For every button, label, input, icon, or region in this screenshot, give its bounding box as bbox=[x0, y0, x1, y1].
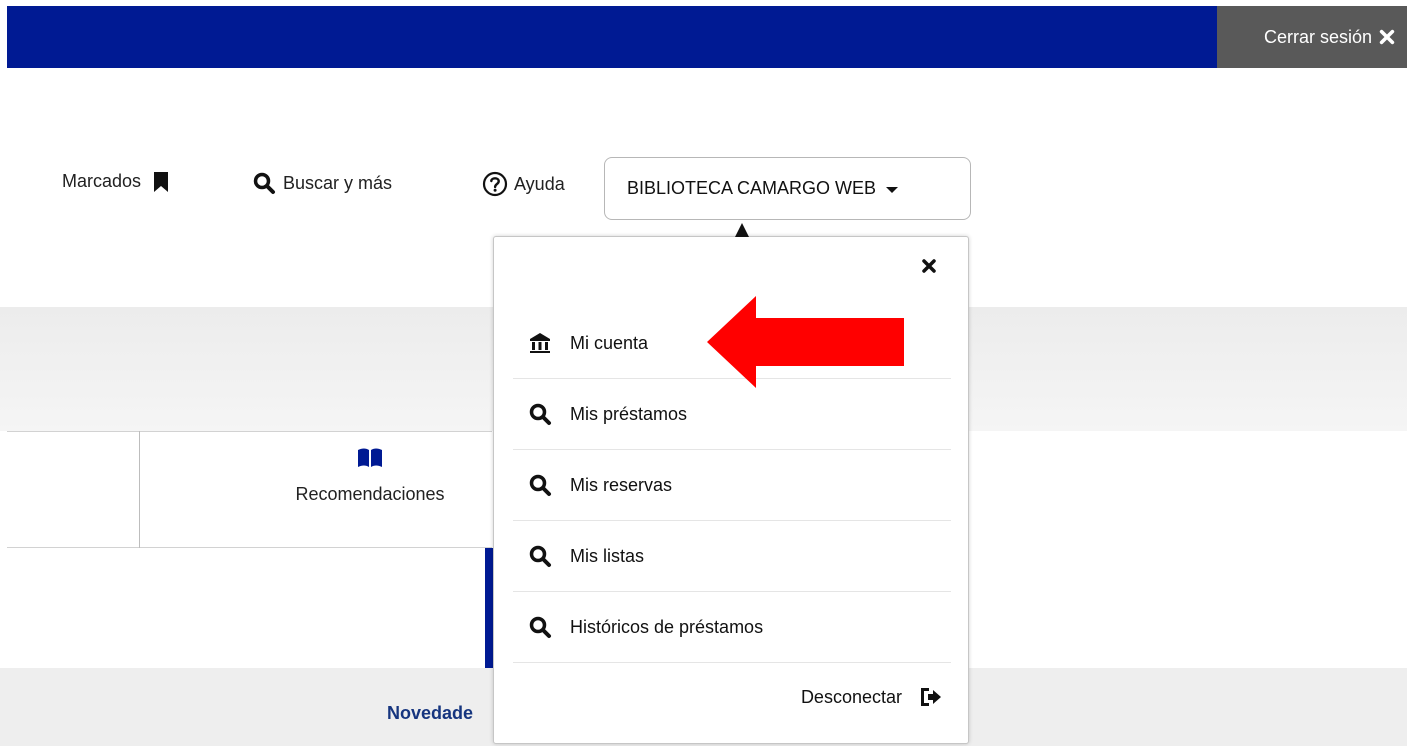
menu-item-my-loans[interactable]: Mis préstamos bbox=[513, 379, 951, 450]
help-icon bbox=[482, 171, 508, 197]
close-icon bbox=[922, 259, 936, 273]
recommendations-tab[interactable]: Recomendaciones bbox=[280, 448, 460, 528]
help-label: Ayuda bbox=[514, 173, 565, 194]
menu-item-label: Históricos de préstamos bbox=[570, 616, 764, 637]
menu-item-my-lists[interactable]: Mis listas bbox=[513, 521, 951, 592]
menu-item-loan-history[interactable]: Históricos de préstamos bbox=[513, 592, 951, 663]
close-menu-button[interactable] bbox=[919, 256, 939, 276]
search-icon bbox=[529, 403, 551, 425]
page: Cerrar sesión Marcados Buscar y más Ayud… bbox=[0, 0, 1407, 746]
close-icon bbox=[1379, 29, 1395, 45]
top-navigation-bar bbox=[7, 6, 1407, 68]
book-icon bbox=[358, 448, 382, 467]
menu-item-label: Mis préstamos bbox=[570, 403, 688, 424]
bookmarks-link[interactable]: Marcados bbox=[62, 171, 169, 192]
search-icon bbox=[529, 616, 551, 638]
disconnect-button[interactable]: Desconectar bbox=[801, 685, 942, 709]
menu-item-label: Mis reservas bbox=[570, 474, 673, 495]
search-and-more-label: Buscar y más bbox=[283, 172, 393, 193]
bookmarks-label: Marcados bbox=[62, 171, 142, 191]
bookmark-icon bbox=[154, 171, 169, 192]
sign-out-icon bbox=[921, 688, 941, 706]
library-name: BIBLIOTECA CAMARGO WEB bbox=[627, 178, 877, 198]
search-icon bbox=[529, 545, 551, 567]
menu-item-label: Mis listas bbox=[570, 545, 645, 566]
disconnect-label: Desconectar bbox=[800, 686, 902, 707]
news-link[interactable]: Novedade bbox=[387, 703, 473, 724]
library-account-dropdown[interactable]: BIBLIOTECA CAMARGO WEB bbox=[604, 157, 971, 220]
menu-item-label: Mi cuenta bbox=[570, 332, 649, 353]
bank-icon bbox=[530, 333, 550, 353]
tab-divider bbox=[139, 431, 140, 549]
logout-button[interactable]: Cerrar sesión bbox=[1217, 6, 1407, 68]
active-section-indicator bbox=[485, 548, 493, 668]
logout-label: Cerrar sesión bbox=[1263, 26, 1372, 47]
help-link[interactable]: Ayuda bbox=[482, 171, 565, 197]
recommendations-label: Recomendaciones bbox=[295, 484, 445, 504]
menu-item-my-reservations[interactable]: Mis reservas bbox=[513, 450, 951, 521]
search-icon bbox=[529, 474, 551, 496]
search-icon bbox=[253, 172, 275, 194]
dropdown-pointer bbox=[735, 223, 749, 237]
chevron-down-icon bbox=[886, 186, 899, 193]
content-panel bbox=[7, 548, 492, 668]
red-arrow-icon bbox=[707, 296, 904, 388]
search-and-more-link[interactable]: Buscar y más bbox=[252, 171, 392, 195]
